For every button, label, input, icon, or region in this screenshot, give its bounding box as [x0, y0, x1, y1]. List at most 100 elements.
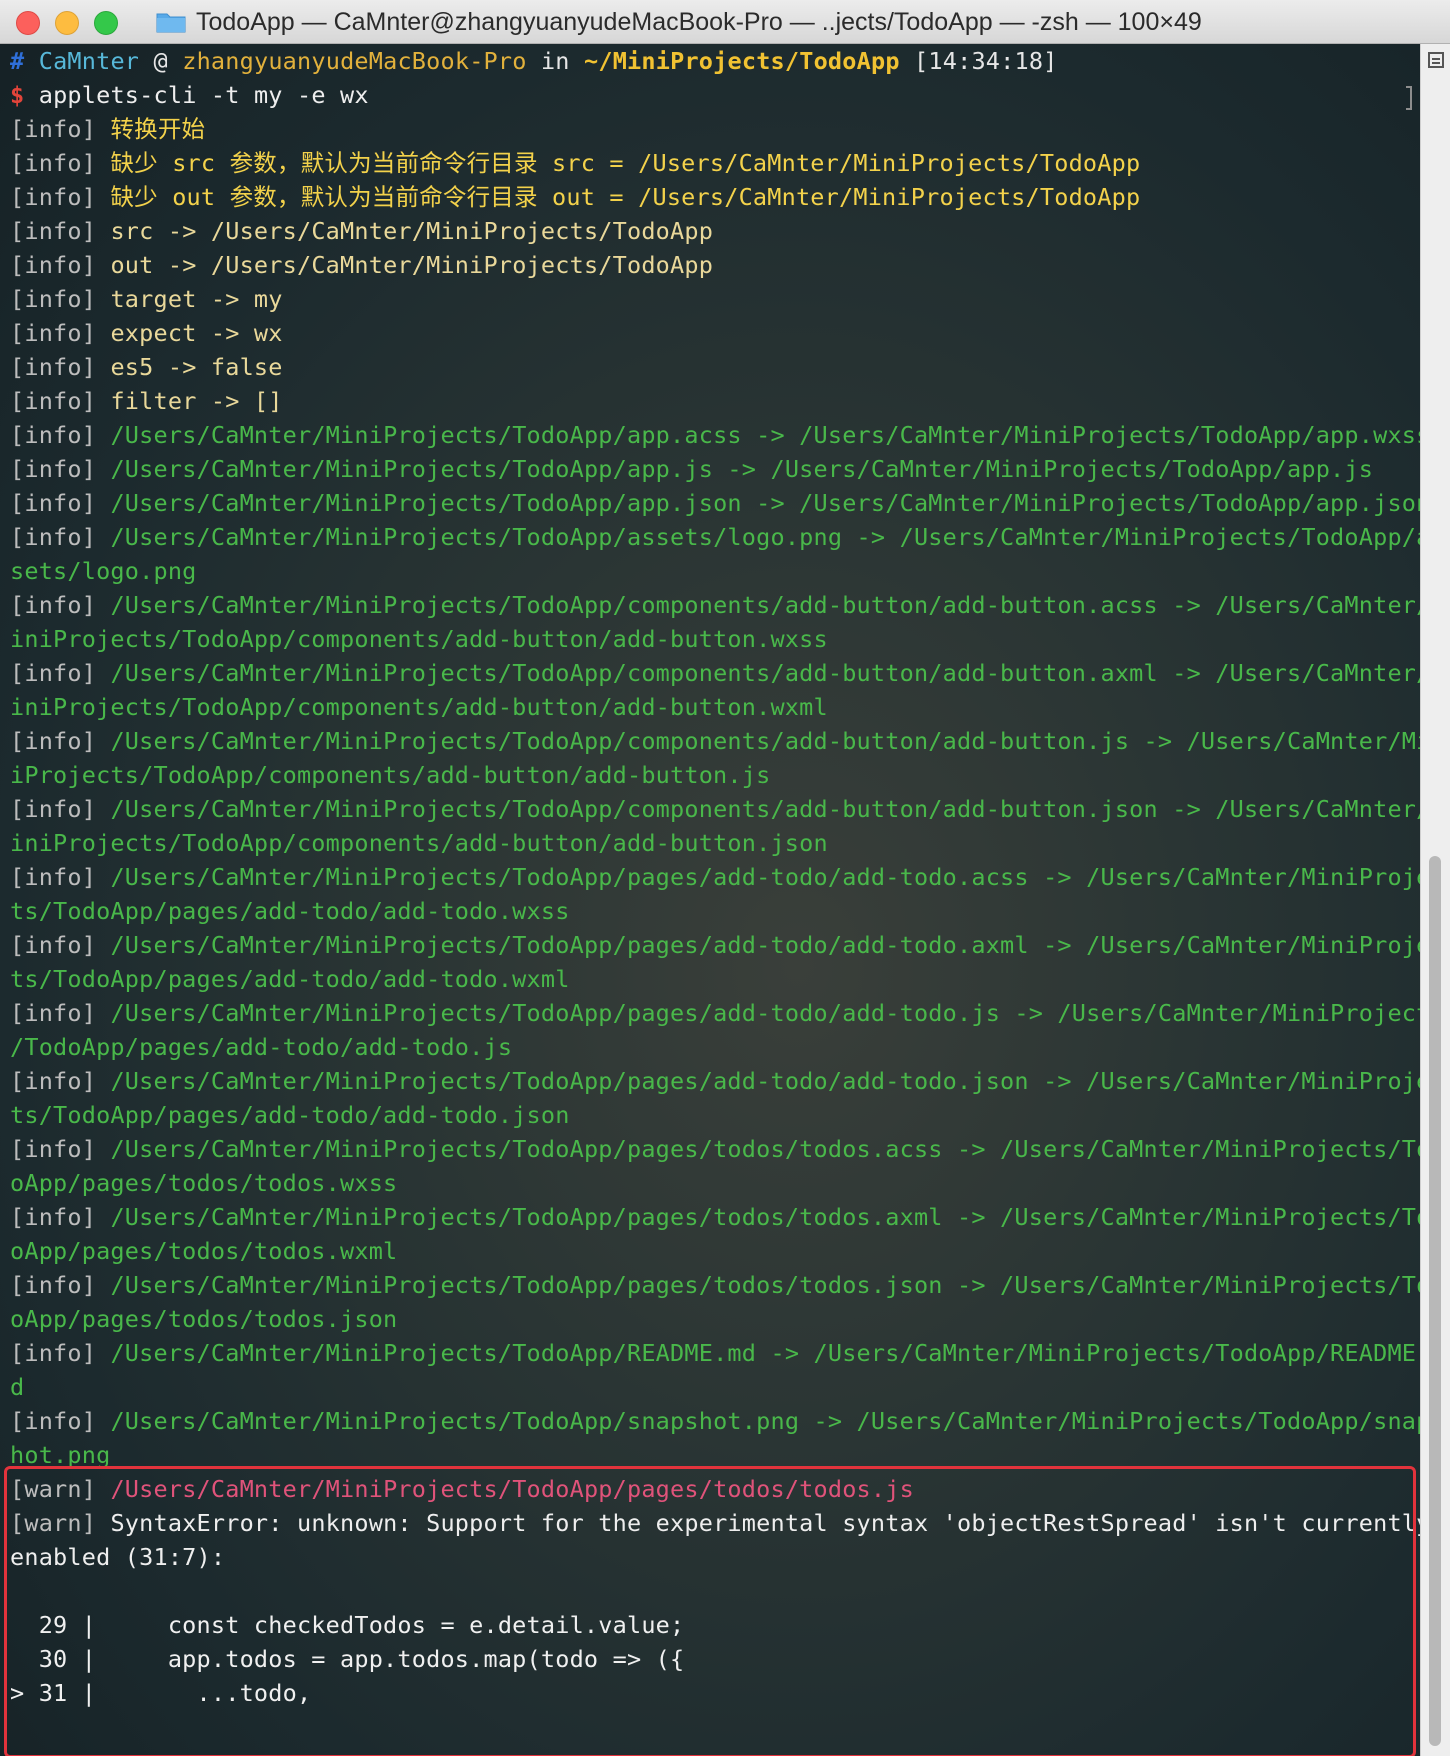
warning-highlight-box	[4, 1466, 1416, 1756]
log-text: /Users/CaMnter/MiniProjects/TodoApp/page…	[110, 1135, 1420, 1163]
log-text: filter -> []	[110, 387, 283, 415]
log-text: /Users/CaMnter/MiniProjects/TodoApp/page…	[110, 1271, 1420, 1299]
prompt-in: in	[540, 47, 570, 75]
log-text: es5 -> false	[110, 353, 283, 381]
log-line-wrap: oApp/pages/todos/todos.wxml	[10, 1237, 398, 1265]
log-line: [info] es5 -> false	[10, 350, 1420, 384]
info-tag: [info]	[10, 1135, 97, 1163]
info-tag: [info]	[10, 999, 97, 1027]
log-text: 缺少 out 参数，默认为当前命令行目录 out = /Users/CaMnte…	[110, 183, 1141, 211]
log-line-wrap: iniProjects/TodoApp/components/add-butto…	[10, 625, 828, 653]
log-line-wrap: ts/TodoApp/pages/add-todo/add-todo.wxss	[10, 897, 570, 925]
log-line: [info] /Users/CaMnter/MiniProjects/TodoA…	[10, 724, 1420, 758]
log-line: [info] /Users/CaMnter/MiniProjects/TodoA…	[10, 792, 1420, 826]
log-text: /Users/CaMnter/MiniProjects/TodoApp/comp…	[110, 591, 1420, 619]
log-line-wrap: ts/TodoApp/pages/add-todo/add-todo.wxml	[10, 965, 570, 993]
log-line: [info] /Users/CaMnter/MiniProjects/TodoA…	[10, 588, 1420, 622]
log-text: 缺少 src 参数，默认为当前命令行目录 src = /Users/CaMnte…	[110, 149, 1141, 177]
info-tag: [info]	[10, 1407, 97, 1435]
log-line: [info] /Users/CaMnter/MiniProjects/TodoA…	[10, 1200, 1420, 1234]
maximize-button[interactable]	[94, 11, 118, 35]
log-line: [info] /Users/CaMnter/MiniProjects/TodoA…	[10, 486, 1420, 520]
log-line-wrap: iProjects/TodoApp/components/add-button/…	[10, 761, 771, 789]
prompt-at: @	[153, 47, 168, 75]
info-tag: [info]	[10, 149, 97, 177]
log-line: [info] 缺少 src 参数，默认为当前命令行目录 src = /Users…	[10, 146, 1420, 180]
folder-icon	[156, 11, 186, 33]
info-tag: [info]	[10, 863, 97, 891]
scrollbar-thumb[interactable]	[1429, 856, 1441, 1746]
log-line: [info] src -> /Users/CaMnter/MiniProject…	[10, 214, 1420, 248]
log-text: 转换开始	[110, 115, 206, 143]
log-line: [info] /Users/CaMnter/MiniProjects/TodoA…	[10, 452, 1420, 486]
command-text: applets-cli -t my -e wx	[38, 81, 369, 109]
log-line-wrap: iniProjects/TodoApp/components/add-butto…	[10, 829, 828, 857]
log-line: [info] 转换开始	[10, 112, 1420, 146]
log-text: src -> /Users/CaMnter/MiniProjects/TodoA…	[110, 217, 714, 245]
log-line: [info] /Users/CaMnter/MiniProjects/TodoA…	[10, 1064, 1420, 1098]
info-tag: [info]	[10, 421, 97, 449]
prompt-hash: #	[10, 47, 25, 75]
log-text: /Users/CaMnter/MiniProjects/TodoApp/app.…	[110, 455, 1374, 483]
log-text: /Users/CaMnter/MiniProjects/TodoApp/snap…	[110, 1407, 1420, 1435]
minimize-button[interactable]	[55, 11, 79, 35]
log-text: /Users/CaMnter/MiniProjects/TodoApp/app.…	[110, 421, 1420, 449]
log-line-wrap: ts/TodoApp/pages/add-todo/add-todo.json	[10, 1101, 570, 1129]
terminal-window: TodoApp — CaMnter@zhangyuanyudeMacBook-P…	[0, 0, 1450, 1756]
log-line: [info] /Users/CaMnter/MiniProjects/TodoA…	[10, 418, 1420, 452]
prompt-time: [14:34:18]	[914, 47, 1058, 75]
info-tag: [info]	[10, 591, 97, 619]
close-button[interactable]	[16, 11, 40, 35]
log-line-wrap: oApp/pages/todos/todos.wxss	[10, 1169, 398, 1197]
log-line: [info] /Users/CaMnter/MiniProjects/TodoA…	[10, 996, 1420, 1030]
info-tag: [info]	[10, 659, 97, 687]
info-tag: [info]	[10, 353, 97, 381]
info-tag: [info]	[10, 285, 97, 313]
log-text: /Users/CaMnter/MiniProjects/TodoApp/comp…	[110, 659, 1420, 687]
info-tag: [info]	[10, 523, 97, 551]
log-text: /Users/CaMnter/MiniProjects/TodoApp/asse…	[110, 523, 1420, 551]
info-tag: [info]	[10, 931, 97, 959]
log-text: /Users/CaMnter/MiniProjects/TodoApp/page…	[110, 999, 1420, 1027]
log-line: [info] /Users/CaMnter/MiniProjects/TodoA…	[10, 860, 1420, 894]
log-line: [info] filter -> []	[10, 384, 1420, 418]
scrollbar[interactable]	[1420, 44, 1450, 1756]
mark-bracket	[1406, 86, 1412, 110]
prompt-line: # CaMnter @ zhangyuanyudeMacBook-Pro in …	[10, 44, 1420, 78]
log-line: [info] out -> /Users/CaMnter/MiniProject…	[10, 248, 1420, 282]
info-tag: [info]	[10, 319, 97, 347]
prompt-dollar: $	[10, 81, 25, 109]
log-line: [info] /Users/CaMnter/MiniProjects/TodoA…	[10, 928, 1420, 962]
log-line: [info] /Users/CaMnter/MiniProjects/TodoA…	[10, 656, 1420, 690]
info-tag: [info]	[10, 455, 97, 483]
log-line-wrap: sets/logo.png	[10, 557, 197, 585]
window-title: TodoApp — CaMnter@zhangyuanyudeMacBook-P…	[196, 8, 1202, 36]
prompt-host: zhangyuanyudeMacBook-Pro	[182, 47, 527, 75]
log-text: /Users/CaMnter/MiniProjects/TodoApp/comp…	[110, 795, 1420, 823]
info-tag: [info]	[10, 387, 97, 415]
log-text: /Users/CaMnter/MiniProjects/TodoApp/READ…	[110, 1339, 1420, 1367]
info-tag: [info]	[10, 251, 97, 279]
log-text: /Users/CaMnter/MiniProjects/TodoApp/page…	[110, 931, 1420, 959]
info-tag: [info]	[10, 115, 97, 143]
info-tag: [info]	[10, 1067, 97, 1095]
log-text: /Users/CaMnter/MiniProjects/TodoApp/page…	[110, 1067, 1420, 1095]
info-tag: [info]	[10, 1271, 97, 1299]
window-title-group: TodoApp — CaMnter@zhangyuanyudeMacBook-P…	[156, 0, 1202, 44]
command-line: $ applets-cli -t my -e wx	[10, 78, 1420, 112]
info-tag: [info]	[10, 183, 97, 211]
log-text: /Users/CaMnter/MiniProjects/TodoApp/comp…	[110, 727, 1420, 755]
info-log: [info] 转换开始 [info] 缺少 src 参数，默认为当前命令行目录 s…	[10, 112, 1420, 1472]
log-text: /Users/CaMnter/MiniProjects/TodoApp/page…	[110, 863, 1420, 891]
log-line: [info] /Users/CaMnter/MiniProjects/TodoA…	[10, 1404, 1420, 1438]
info-tag: [info]	[10, 1339, 97, 1367]
info-tag: [info]	[10, 727, 97, 755]
menu-icon[interactable]	[1428, 52, 1444, 68]
title-bar[interactable]: TodoApp — CaMnter@zhangyuanyudeMacBook-P…	[0, 0, 1450, 44]
log-text: target -> my	[110, 285, 283, 313]
log-line: [info] expect -> wx	[10, 316, 1420, 350]
log-line-wrap: oApp/pages/todos/todos.json	[10, 1305, 398, 1333]
prompt-path: ~/MiniProjects/TodoApp	[584, 47, 900, 75]
log-text: expect -> wx	[110, 319, 283, 347]
info-tag: [info]	[10, 1203, 97, 1231]
